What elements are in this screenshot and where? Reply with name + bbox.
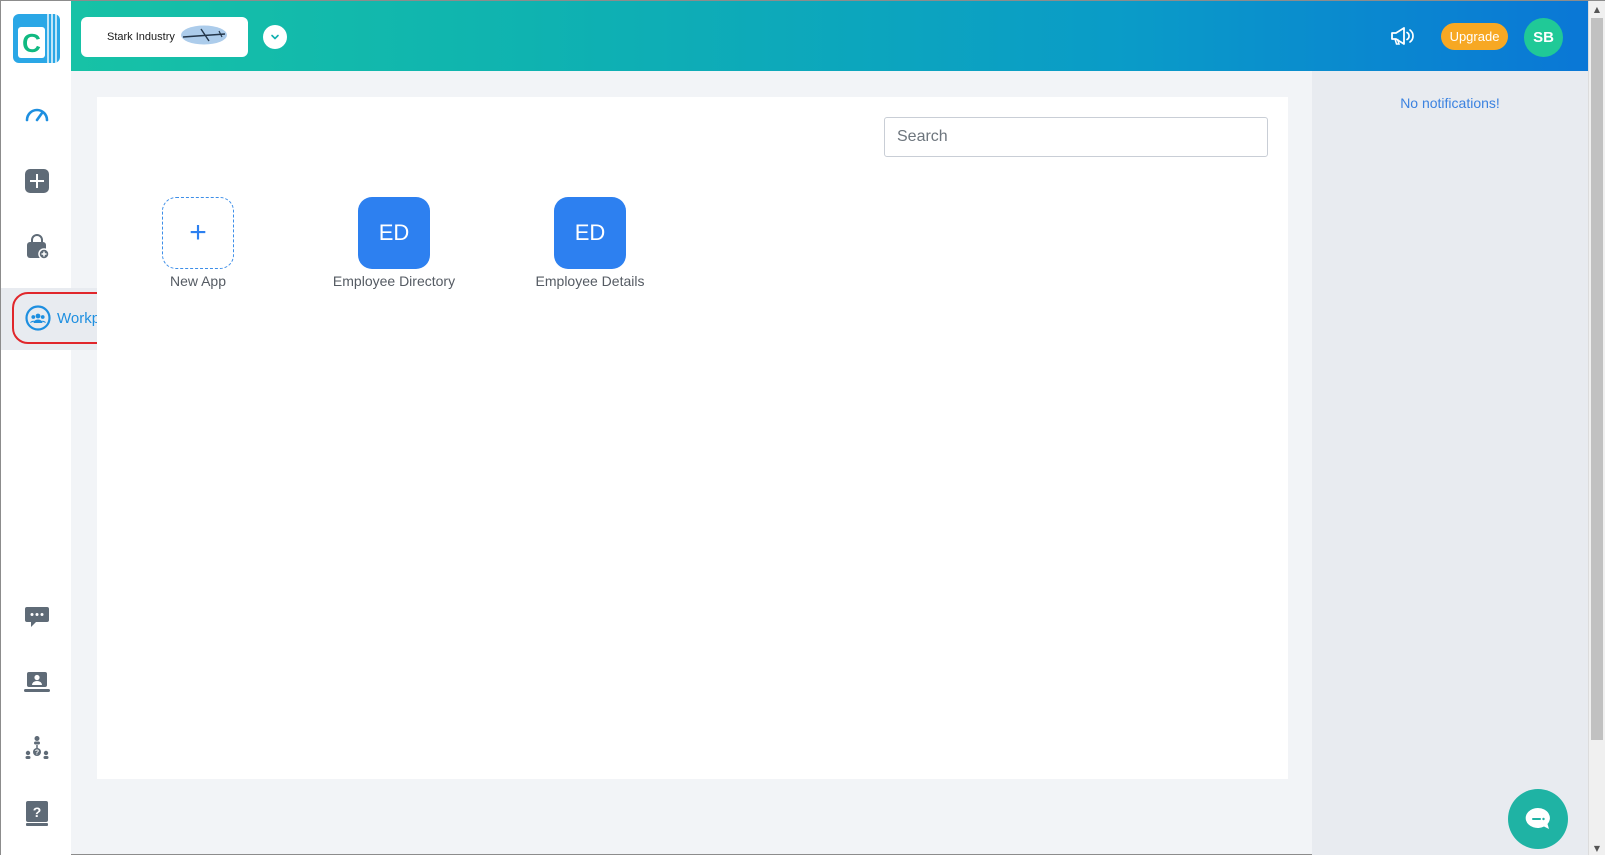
add-square-icon[interactable] [24,168,50,194]
app-label: New App [169,273,227,289]
svg-text:?: ? [33,804,42,820]
chevron-down-icon [269,31,281,43]
airplane-logo-icon [179,24,229,51]
vertical-scrollbar[interactable]: ▲ ▼ [1588,1,1605,855]
chat-bubble-icon [1523,805,1553,833]
org-dropdown-button[interactable] [263,25,287,49]
top-header: Stark Industry Upgrade SB [71,1,1588,71]
app-label: Employee Directory [332,273,456,289]
dashboard-icon[interactable] [24,102,50,128]
svg-text:?: ? [35,750,39,757]
org-name: Stark Industry [107,31,175,43]
app-initials-badge: ED [554,197,626,269]
app-initials-badge: ED [358,197,430,269]
no-notifications-text: No notifications! [1400,95,1500,111]
app-label: Employee Details [535,273,645,289]
org-switcher[interactable]: Stark Industry [81,17,248,57]
org-chart-icon[interactable]: ? [24,735,50,761]
megaphone-icon[interactable] [1390,25,1416,47]
upgrade-button[interactable]: Upgrade [1441,23,1508,50]
apps-card: + New App ED Employee Directory ED Emplo… [97,97,1288,779]
plus-icon: + [162,197,234,269]
monitor-user-icon[interactable] [24,669,50,695]
new-app-tile[interactable]: + New App [113,197,283,289]
user-avatar[interactable]: SB [1524,18,1563,57]
svg-text:C: C [22,28,41,58]
chat-icon[interactable] [24,603,50,629]
help-book-icon[interactable]: ? [24,801,50,827]
app-logo[interactable]: C [13,14,60,63]
search-input[interactable] [884,117,1268,157]
app-tile-employee-directory[interactable]: ED Employee Directory [309,197,479,289]
chat-launcher-button[interactable] [1508,789,1568,849]
store-bag-icon[interactable] [24,234,50,260]
scroll-down-icon[interactable]: ▼ [1589,840,1605,855]
left-nav-rail: C ? ? [1,1,71,855]
app-tile-employee-details[interactable]: ED Employee Details [505,197,675,289]
notifications-panel: No notifications! [1312,71,1588,855]
workplace-icon [25,305,51,331]
scroll-thumb[interactable] [1591,18,1603,740]
scroll-up-icon[interactable]: ▲ [1589,1,1605,17]
